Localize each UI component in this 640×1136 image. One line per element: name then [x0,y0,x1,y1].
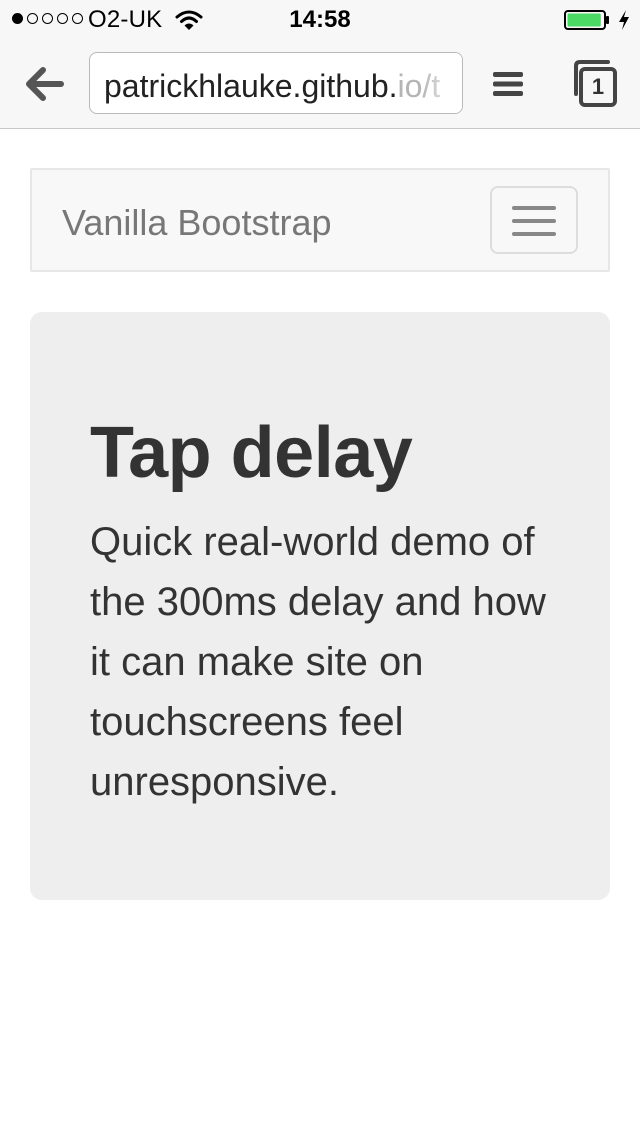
browser-chrome: O2-UK 14:58 patrickhlauke.github.io/t 1 [0,0,640,129]
back-arrow-icon [26,67,64,101]
charging-bolt-icon [619,10,629,30]
navbar-toggle-button[interactable] [490,186,578,254]
hamburger-menu-icon[interactable] [488,64,528,104]
back-button[interactable] [22,62,66,106]
hamburger-bar [512,206,556,210]
page-title: Tap delay [90,413,413,493]
tab-count: 1 [591,74,605,99]
battery-icon [564,10,609,30]
url-fade-overlay [422,53,462,113]
hamburger-bar [512,219,556,223]
status-time: 14:58 [289,6,351,33]
lead-text: Quick real-world demo of the 300ms delay… [90,520,546,804]
navbar-brand[interactable]: Vanilla Bootstrap [62,202,332,244]
navbar: Vanilla Bootstrap [30,168,610,272]
hamburger-bar [512,232,556,236]
jumbotron: Tap delay Quick real-world demo of the 3… [30,312,610,900]
status-bar: O2-UK 14:58 [0,0,640,40]
address-bar[interactable]: patrickhlauke.github.io/t [89,52,463,114]
url-host: patrickhlauke.github. [104,68,398,104]
